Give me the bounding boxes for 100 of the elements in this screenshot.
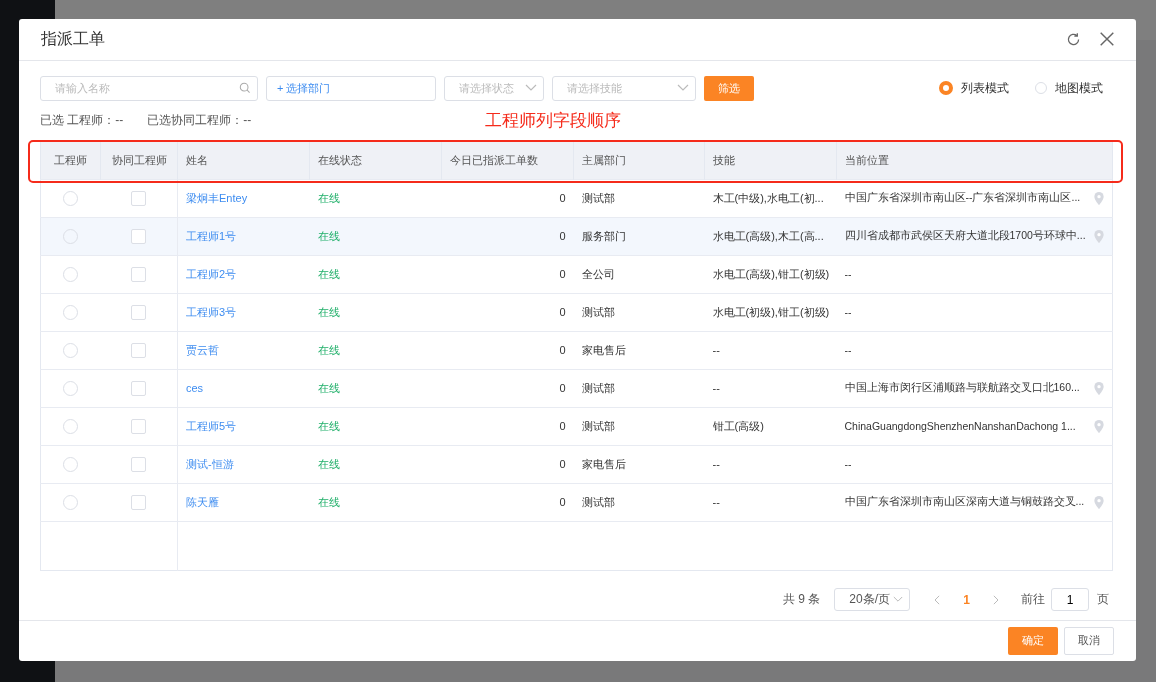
skill-select[interactable]: 请选择技能 xyxy=(552,75,696,101)
location-pin-icon[interactable] xyxy=(1094,419,1104,433)
table-cell: -- xyxy=(844,306,852,318)
engineer-name-link[interactable]: 梁炯丰Entey xyxy=(186,191,248,204)
engineer-name-link[interactable]: 陈天雁 xyxy=(186,495,219,508)
table-cell: 0 xyxy=(559,192,566,204)
table-cell: 0 xyxy=(559,458,566,470)
department-button[interactable]: + 选择部门 xyxy=(266,75,436,101)
table-cell: -- xyxy=(712,382,720,394)
table-cell: -- xyxy=(712,344,720,356)
previous-page-icon[interactable] xyxy=(934,594,942,605)
status-text: 在线 xyxy=(317,381,340,394)
table-cell: 水电工(高级),钳工(初级) xyxy=(712,267,830,280)
table-cell: 测试部 xyxy=(581,381,615,394)
table-cell: -- xyxy=(844,458,852,470)
column-header: 姓名 xyxy=(186,153,208,166)
next-page-icon[interactable] xyxy=(992,594,999,605)
checkbox[interactable] xyxy=(131,266,147,282)
status-select[interactable]: 请选择状态 xyxy=(444,75,544,101)
column-header: 在线状态 xyxy=(318,153,362,166)
engineer-name-link[interactable]: ces xyxy=(186,382,204,394)
checkbox[interactable] xyxy=(131,380,147,396)
status-text: 在线 xyxy=(317,419,340,432)
table-cell: 钳工(高级) xyxy=(712,419,764,432)
goto-label: 前往 xyxy=(1021,591,1045,608)
engineer-name-link[interactable]: 工程师2号 xyxy=(186,267,237,280)
engineer-name-link[interactable]: 工程师3号 xyxy=(186,305,237,318)
table-cell: 全公司 xyxy=(581,267,615,280)
table-cell: 测试部 xyxy=(581,305,615,318)
table-cell: 0 xyxy=(559,268,566,280)
location-pin-icon[interactable] xyxy=(1094,229,1104,243)
table-cell: 测试部 xyxy=(581,419,615,432)
page-unit-label: 页 xyxy=(1097,591,1109,608)
table-row[interactable]: 测试-恒游 在线 0 家电售后 -- -- xyxy=(40,445,1113,483)
checkbox[interactable] xyxy=(131,342,147,358)
chevron-down-icon xyxy=(525,84,537,92)
refresh-icon[interactable] xyxy=(1065,30,1082,48)
table-cell: ChinaGuangdongShenzhenNanshanDachong 1... xyxy=(844,420,1076,432)
column-header: 协同工程师 xyxy=(111,153,167,166)
table-cell: 四川省成都市武侯区天府大道北段1700号环球中... xyxy=(844,229,1086,243)
table-cell: 0 xyxy=(559,496,566,508)
selection-summary: 已选协同工程师：-- xyxy=(147,112,252,129)
engineer-name-link[interactable]: 贾云哲 xyxy=(186,343,219,356)
page-size-select[interactable]: 20条/页 xyxy=(834,588,911,611)
location-pin-icon[interactable] xyxy=(1094,191,1104,205)
table-cell: 0 xyxy=(559,230,566,242)
table-row[interactable]: 工程师1号 在线 0 服务部门 水电工(高级),木工(高... 四川省成都市武侯区天府大道北段1700号环球中... xyxy=(40,217,1113,255)
table-row[interactable]: 工程师3号 在线 0 测试部 水电工(初级),钳工(初级) -- xyxy=(40,293,1113,331)
checkbox[interactable] xyxy=(131,456,147,472)
status-text: 在线 xyxy=(317,343,340,356)
search-icon xyxy=(239,82,251,94)
table-row[interactable]: ces 在线 0 测试部 -- 中国上海市闵行区浦顺路与联航路交叉口北160... xyxy=(40,369,1113,407)
location-pin-icon[interactable] xyxy=(1094,381,1104,395)
view-mode-radio[interactable]: 地图模式 xyxy=(1035,79,1103,97)
status-text: 在线 xyxy=(317,191,340,204)
selection-summary: 已选 工程师：-- xyxy=(40,112,124,129)
column-header: 工程师 xyxy=(54,153,87,166)
table-cell: 水电工(高级),木工(高... xyxy=(712,229,824,242)
table-cell: 测试部 xyxy=(581,191,615,204)
engineer-name-link[interactable]: 测试-恒游 xyxy=(186,457,234,470)
column-header: 今日已指派工单数 xyxy=(450,153,538,166)
checkbox[interactable] xyxy=(131,228,147,244)
checkbox[interactable] xyxy=(131,494,147,510)
chevron-down-icon xyxy=(893,596,904,603)
table-row[interactable]: 陈天雁 在线 0 测试部 -- 中国广东省深圳市南山区深南大道与铜鼓路交叉... xyxy=(40,483,1113,521)
close-icon[interactable] xyxy=(1098,30,1116,49)
status-text: 在线 xyxy=(317,267,340,280)
table-cell: -- xyxy=(712,458,720,470)
table-cell: 中国上海市闵行区浦顺路与联航路交叉口北160... xyxy=(844,381,1080,395)
table-cell: 0 xyxy=(559,306,566,318)
table-cell: -- xyxy=(844,344,852,356)
table-row[interactable]: 贾云哲 在线 0 家电售后 -- -- xyxy=(40,331,1113,369)
annotation-text: 工程师列字段顺序 xyxy=(485,110,622,132)
total-count: 共 9 条 xyxy=(782,591,821,608)
cancel-button[interactable]: 取消 xyxy=(1064,626,1114,655)
table-row[interactable]: 工程师5号 在线 0 测试部 钳工(高级) ChinaGuangdongShenzhenNanshanDachong 1... xyxy=(40,407,1113,445)
table-cell: 0 xyxy=(559,344,566,356)
checkbox[interactable] xyxy=(131,304,147,320)
table-cell: 0 xyxy=(559,420,566,432)
table-cell: 家电售后 xyxy=(581,343,626,356)
table-cell: -- xyxy=(844,268,852,280)
table-cell: 家电售后 xyxy=(581,457,626,470)
table-row[interactable]: 工程师2号 在线 0 全公司 水电工(高级),钳工(初级) -- xyxy=(40,255,1113,293)
column-header: 当前位置 xyxy=(845,153,889,166)
column-header: 主属部门 xyxy=(582,153,626,166)
location-pin-icon[interactable] xyxy=(1094,495,1104,509)
column-header: 技能 xyxy=(713,153,735,166)
status-text: 在线 xyxy=(317,305,340,318)
table-cell: 测试部 xyxy=(581,495,615,508)
status-text: 在线 xyxy=(317,229,340,242)
dialog-title: 指派工单 xyxy=(41,28,106,49)
page-input[interactable]: 1 xyxy=(1051,588,1089,611)
engineer-name-link[interactable]: 工程师5号 xyxy=(186,419,237,432)
table-cell: -- xyxy=(712,496,720,508)
view-mode-radio[interactable]: 列表模式 xyxy=(939,79,1009,97)
search-field[interactable]: 请输入名称 xyxy=(40,75,258,101)
table-cell: 水电工(初级),钳工(初级) xyxy=(712,305,830,318)
table-cell: 服务部门 xyxy=(581,229,626,242)
checkbox[interactable] xyxy=(131,190,147,206)
checkbox[interactable] xyxy=(131,418,147,434)
